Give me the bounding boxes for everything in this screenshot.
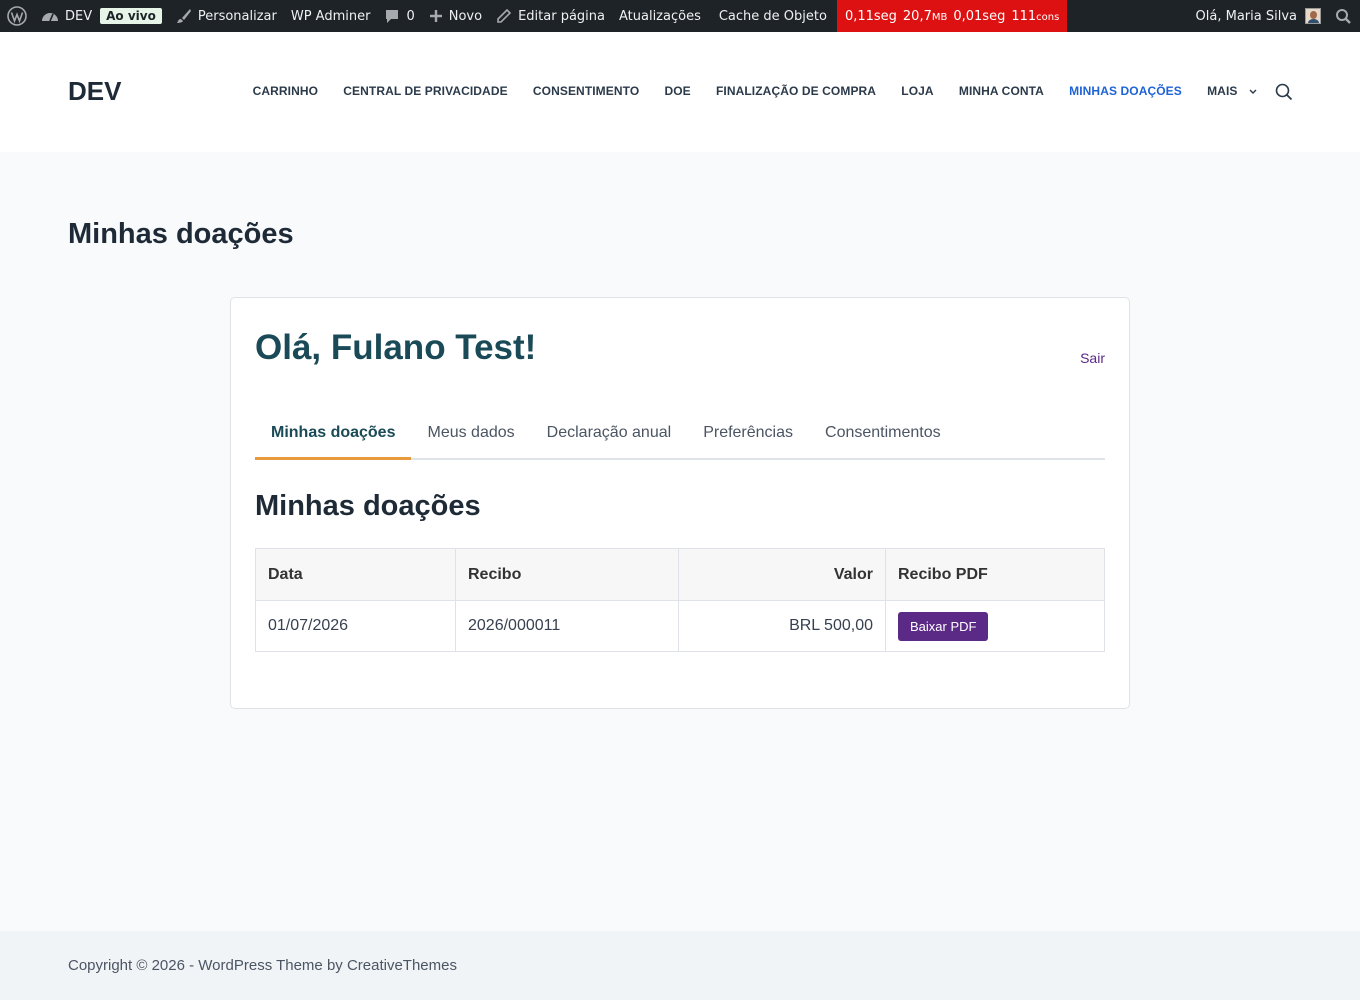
account-tabs: Minhas doações Meus dados Declaração anu…: [255, 410, 1105, 460]
cell-date: 01/07/2026: [255, 600, 456, 652]
table-header-row: Data Recibo Valor Recibo PDF: [255, 548, 1105, 601]
site-header: DEV CARRINHO CENTRAL DE PRIVACIDADE CONS…: [0, 32, 1360, 152]
live-badge: Ao vivo: [100, 8, 162, 24]
column-header-receipt-pdf: Recibo PDF: [885, 548, 1105, 601]
nav-item-carrinho[interactable]: CARRINHO: [240, 84, 331, 98]
perf-memory: 20,7MB: [902, 8, 948, 24]
object-cache-label: Cache de Objeto: [718, 8, 827, 24]
performance-stats[interactable]: 0,11seg 20,7MB 0,01seg 111cons: [836, 0, 1068, 32]
tab-minhas-doacoes[interactable]: Minhas doações: [255, 410, 412, 460]
section-title: Minhas doações: [255, 490, 481, 522]
wp-adminer-label: WP Adminer: [290, 8, 371, 24]
admin-bar-site-name: DEV: [65, 8, 93, 24]
column-header-value: Valor: [678, 548, 886, 601]
account-greeting: Olá, Maria Silva: [1195, 8, 1297, 24]
perf-time: 0,11seg: [844, 8, 897, 24]
site-title[interactable]: DEV: [68, 76, 121, 107]
new-content-link[interactable]: Novo: [422, 0, 489, 32]
dashboard-icon: [42, 13, 58, 22]
updates-link[interactable]: Atualizações: [612, 0, 708, 32]
edit-page-link[interactable]: Editar página: [489, 0, 612, 32]
pencil-icon: [497, 8, 512, 23]
search-icon: [1336, 8, 1351, 24]
site-footer: Copyright © 2026 - WordPress Theme by Cr…: [0, 931, 1360, 1000]
nav-item-minha-conta[interactable]: MINHA CONTA: [946, 84, 1056, 98]
account-menu[interactable]: Olá, Maria Silva: [1189, 0, 1328, 32]
download-pdf-button[interactable]: Baixar PDF: [898, 611, 989, 641]
donations-table: Data Recibo Valor Recibo PDF 01/07/2026 …: [255, 548, 1105, 652]
tab-consentimentos[interactable]: Consentimentos: [809, 410, 957, 460]
brush-icon: [176, 9, 191, 23]
updates-label: Atualizações: [618, 8, 701, 24]
logout-link[interactable]: Sair: [1080, 350, 1105, 366]
column-header-receipt: Recibo: [455, 548, 679, 601]
tab-preferencias[interactable]: Preferências: [687, 410, 809, 460]
footer-copyright: Copyright © 2026 - WordPress Theme by Cr…: [68, 957, 457, 974]
nav-item-consentimento[interactable]: CONSENTIMENTO: [520, 84, 652, 98]
nav-item-finalizacao-de-compra[interactable]: FINALIZAÇÃO DE COMPRA: [703, 84, 888, 98]
avatar: [1305, 8, 1321, 24]
page-title: Minhas doações: [68, 218, 294, 250]
admin-bar: DEV Ao vivo Personalizar WP Adminer 0 No…: [0, 0, 1360, 32]
header-search-button[interactable]: [1275, 83, 1293, 106]
nav-item-minhas-doacoes[interactable]: MINHAS DOAÇÕES: [1057, 84, 1195, 98]
cell-receipt-pdf: Baixar PDF: [885, 600, 1105, 652]
donor-greeting: Olá, Fulano Test!: [255, 328, 537, 367]
perf-queries: 111cons: [1011, 8, 1060, 24]
cell-receipt: 2026/000011: [455, 600, 679, 652]
perf-query-time: 0,01seg: [953, 8, 1006, 24]
admin-bar-site[interactable]: DEV Ao vivo: [34, 0, 169, 32]
table-row: 01/07/2026 2026/000011 BRL 500,00 Baixar…: [255, 600, 1105, 652]
cell-value: BRL 500,00: [678, 600, 886, 652]
comments-link[interactable]: 0: [377, 0, 421, 32]
plus-icon: [429, 10, 442, 22]
nav-item-loja[interactable]: LOJA: [889, 84, 947, 98]
customize-label: Personalizar: [197, 8, 277, 24]
donor-account-card: Olá, Fulano Test! Sair Minhas doações Me…: [230, 297, 1130, 709]
new-label: Novo: [448, 8, 483, 24]
customize-link[interactable]: Personalizar: [169, 0, 284, 32]
chevron-down-icon: [1249, 89, 1257, 94]
nav-item-doe[interactable]: DOE: [652, 84, 704, 98]
comment-icon: [386, 10, 399, 23]
nav-item-mais-label: MAIS: [1207, 84, 1238, 98]
object-cache-link[interactable]: Cache de Objeto: [708, 0, 834, 32]
tab-meus-dados[interactable]: Meus dados: [411, 410, 530, 460]
admin-search[interactable]: [1328, 0, 1360, 32]
tab-declaracao-anual[interactable]: Declaração anual: [531, 410, 688, 460]
edit-page-label: Editar página: [518, 8, 605, 24]
wordpress-logo-icon[interactable]: [0, 0, 34, 32]
main-nav: CARRINHO CENTRAL DE PRIVACIDADE CONSENTI…: [240, 84, 1270, 98]
search-icon: [1275, 83, 1293, 101]
column-header-date: Data: [255, 548, 456, 601]
wp-adminer-link[interactable]: WP Adminer: [284, 0, 378, 32]
comments-count: 0: [406, 8, 415, 24]
nav-item-central-de-privacidade[interactable]: CENTRAL DE PRIVACIDADE: [331, 84, 521, 98]
nav-item-mais[interactable]: MAIS: [1194, 84, 1270, 98]
